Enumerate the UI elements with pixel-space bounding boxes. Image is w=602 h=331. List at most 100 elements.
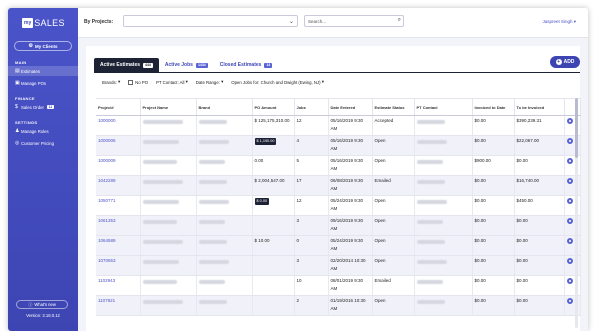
app-window: my SALES ⚙ My Clients MAIN ▤ Estimates ▣… [8, 8, 588, 331]
date-range-filter[interactable]: Date Range: ▾ [196, 79, 224, 85]
project-number-link[interactable]: 1000009 [96, 155, 141, 176]
project-number-link[interactable]: 1000006 [96, 135, 141, 156]
sidebar-item-manage-roles[interactable]: ♟ Manage Roles [8, 126, 78, 136]
row-action-icon[interactable] [566, 238, 573, 244]
row-action-icon[interactable] [566, 138, 573, 144]
info-icon: ⓘ [28, 301, 33, 307]
brands-filter[interactable]: Brands: ▾ [102, 79, 120, 85]
date-entered-cell: 01/19/2016 10:30 AM [328, 295, 373, 316]
table-row[interactable]: 1000009 0.00 5 05/16/2019 9:30 AM Open $900.0… [96, 155, 581, 176]
table-row[interactable]: 1070653 3 02/20/2014 10:30 AM Open $0.00 $0.0… [96, 255, 581, 276]
open-jobs-filter[interactable]: Open Jobs for: Church and Dwight (Ewing,… [231, 79, 324, 85]
column-header[interactable]: PO Amount [252, 98, 295, 116]
app-logo[interactable]: my SALES [22, 16, 65, 30]
tab-active-jobs[interactable]: Active Jobs 1434 [159, 58, 214, 72]
brand-cell [196, 275, 253, 296]
column-header[interactable]: Brand [196, 98, 253, 116]
to-be-invoiced-cell: $0.00 [514, 275, 565, 296]
column-header[interactable]: Jobs [294, 98, 329, 116]
jobs-cell: 5 [294, 155, 329, 176]
redacted-text [198, 179, 227, 184]
date-entered-cell: 02/20/2014 10:30 AM [328, 255, 373, 276]
my-clients-button[interactable]: ⚙ My Clients [14, 41, 72, 51]
column-header[interactable]: To be Invoiced [514, 98, 565, 116]
estimates-panel: Active Estimates 444 Active Jobs 1434 Cl… [86, 46, 581, 331]
row-action-icon[interactable] [566, 278, 573, 284]
jobs-cell: 3 [294, 255, 329, 276]
by-projects-label: By Projects: [84, 19, 114, 25]
search-input[interactable]: Search... ⌕ [304, 15, 404, 27]
column-header[interactable]: Project Name [140, 98, 197, 116]
sidebar-item-estimates[interactable]: ▤ Estimates [8, 66, 78, 76]
po-amount-cell: $ 0.00 [252, 195, 295, 216]
project-number-link[interactable]: 1064589 [96, 235, 141, 256]
row-action-icon[interactable] [566, 158, 573, 164]
project-number-link[interactable]: 1061353 [96, 215, 141, 236]
sidebar-item-customer-pricing[interactable]: ◎ Customer Pricing [8, 138, 78, 148]
column-header[interactable]: Estimate Status [372, 98, 415, 116]
tab-closed-estimates[interactable]: Closed Estimates 14 [214, 58, 279, 72]
no-po-checkbox[interactable]: No PO [128, 79, 148, 85]
table-row[interactable]: 1042289 $ 2,004,547.00 17 06/08/2019 9:30 A… [96, 175, 581, 196]
project-number-link[interactable]: 1000000 [96, 115, 141, 136]
redacted-text [416, 119, 445, 124]
project-name-cell [140, 295, 197, 316]
chevron-down-icon: ▾ [219, 79, 224, 84]
column-header[interactable]: Date Entered [328, 98, 373, 116]
sidebar-item-sales-order[interactable]: $ Sales Order 11 [8, 102, 78, 112]
estimate-status-cell: Open [372, 215, 415, 236]
project-number-link[interactable]: 1070653 [96, 255, 141, 276]
po-amount-cell: $ 2,004,547.00 [252, 175, 295, 196]
pt-contact-cell [414, 215, 473, 236]
row-action-icon[interactable] [566, 178, 573, 184]
project-number-link[interactable]: 1107821 [96, 295, 141, 316]
redacted-text [198, 259, 229, 264]
row-action-icon[interactable] [566, 258, 573, 264]
table-row[interactable]: 1061353 3 09/16/2019 9:30 AM Open $0.00 $0.00 [96, 215, 581, 236]
tab-active-estimates[interactable]: Active Estimates 444 [94, 58, 159, 72]
jobs-cell: 0 [294, 235, 329, 256]
pt-contact-label: PT Contact: All [156, 79, 185, 85]
add-button[interactable]: + ADD [550, 56, 580, 68]
po-amount: $ 10.00 [254, 238, 270, 243]
table-row[interactable]: 1102943 10 08/01/2019 9:30 AM Emailed $0.00 $… [96, 275, 581, 296]
row-action-icon[interactable] [566, 218, 573, 224]
sales-order-badge: 11 [46, 105, 54, 109]
scrollbar-thumb[interactable] [575, 98, 578, 158]
pt-contact-cell [414, 235, 473, 256]
projects-select[interactable]: ⌄ [123, 15, 298, 27]
table-scrollbar[interactable] [575, 98, 578, 328]
project-number-link[interactable]: 1102943 [96, 275, 141, 296]
pt-contact-filter[interactable]: PT Contact: All ▾ [156, 79, 188, 85]
project-number-link[interactable]: 1042289 [96, 175, 141, 196]
to-be-invoiced-cell: $0.00 [514, 295, 565, 316]
tab-count: 444 [143, 62, 153, 68]
po-amount[interactable]: $ 0.00 [254, 198, 270, 205]
table-row[interactable]: 1000006 $ 1,190.00 4 05/16/2019 9:30 AM Open… [96, 135, 581, 156]
estimate-status-cell: Open [372, 295, 415, 316]
row-action-icon[interactable] [566, 298, 573, 304]
table-row[interactable]: 1107821 2 01/19/2016 10:30 AM Open $0.00 $0.0… [96, 295, 581, 316]
column-header[interactable]: Invoiced to Date [472, 98, 515, 116]
table-row[interactable]: 1050771 $ 0.00 12 05/24/2019 9:30 AM Open $0.… [96, 195, 581, 216]
column-header[interactable]: PT Contact [414, 98, 473, 116]
table-row[interactable]: 1064589 $ 10.00 0 05/24/2019 9:30 AM Open $0.… [96, 235, 581, 256]
chevron-down-icon: ▾ [573, 19, 576, 24]
project-name-cell [140, 215, 197, 236]
redacted-text [142, 219, 177, 224]
po-amount-cell [252, 215, 295, 236]
po-amount[interactable]: $ 1,190.00 [254, 138, 277, 145]
brand-cell [196, 115, 253, 136]
sidebar-item-manage-pos[interactable]: ▣ Manage POs [8, 78, 78, 88]
column-header[interactable]: Project# [96, 98, 141, 116]
project-number-link[interactable]: 1050771 [96, 195, 141, 216]
row-action-icon[interactable] [566, 198, 573, 204]
jobs-cell: 12 [294, 195, 329, 216]
row-action-icon[interactable] [566, 118, 573, 124]
table-row[interactable]: 1000000 $ 125,175,310.00 12 05/16/2019 9:30… [96, 115, 581, 136]
whats-new-button[interactable]: ⓘ What's new [16, 300, 68, 309]
brand-cell [196, 155, 253, 176]
checkbox-box[interactable] [128, 79, 134, 85]
user-menu[interactable]: Jaspreet Singh ▾ [542, 19, 576, 25]
project-name-cell [140, 135, 197, 156]
